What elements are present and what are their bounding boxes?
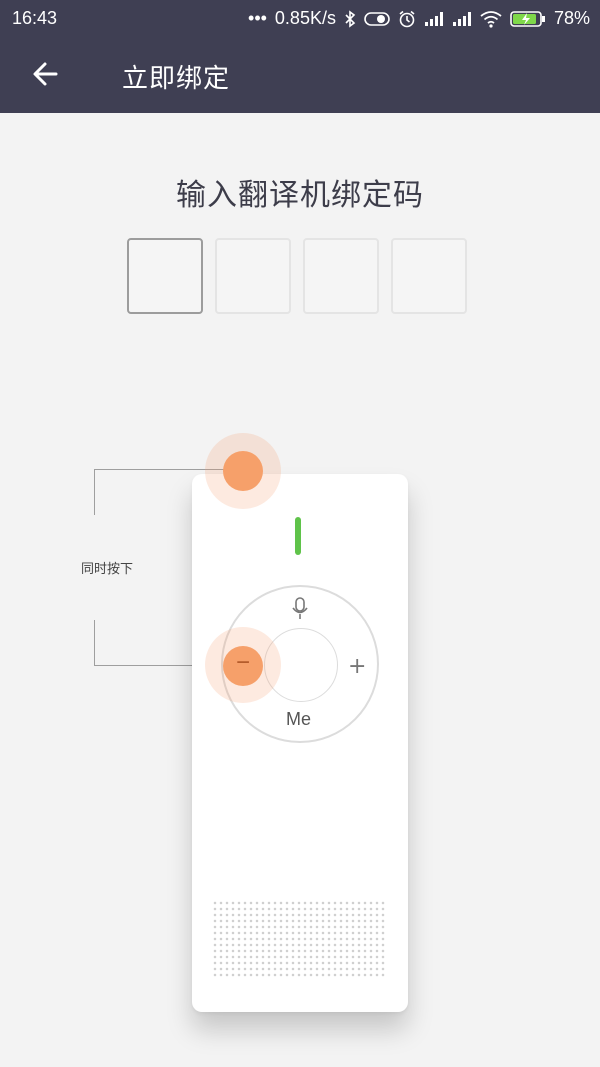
back-button[interactable] [26,54,66,94]
arrow-left-icon [33,62,58,86]
signal-icon [424,11,443,26]
more-dots: ••• [248,8,267,28]
signal-icon [452,11,471,26]
volume-up-label: + [348,654,367,679]
bluetooth-icon [345,9,356,28]
status-icons: ••• 0.85K/s 78% [248,8,590,29]
press-simultaneously-label: 同时按下 [81,562,134,577]
top-button-highlight [223,451,263,491]
status-time: 16:43 [12,8,58,28]
microphone-icon [292,597,308,619]
battery-charging-icon [510,10,545,27]
page-title: 立即绑定 [122,64,231,94]
binding-code-heading: 输入翻译机绑定码 [176,178,424,213]
network-speed: 0.85K/s [274,8,336,28]
status-led [295,517,301,555]
alarm-icon [399,10,415,27]
speaker-grille [212,900,386,978]
battery-percent: 78% [553,8,590,28]
code-input-box-2[interactable] [215,238,291,314]
guide-line-top-vertical [94,469,95,515]
toggle-icon [364,11,390,26]
code-input-box-4[interactable] [391,238,467,314]
app-bar: 立即绑定 [0,36,600,113]
minus-icon: − [236,649,251,676]
me-button-label: Me [286,709,312,729]
status-bar: 16:43 ••• 0.85K/s 78% [0,0,600,36]
binding-code-input-group [127,238,467,314]
guide-line-bottom-vertical [94,620,95,666]
code-input-box-3[interactable] [303,238,379,314]
code-input-box-1[interactable] [127,238,203,314]
wifi-icon [480,10,502,28]
